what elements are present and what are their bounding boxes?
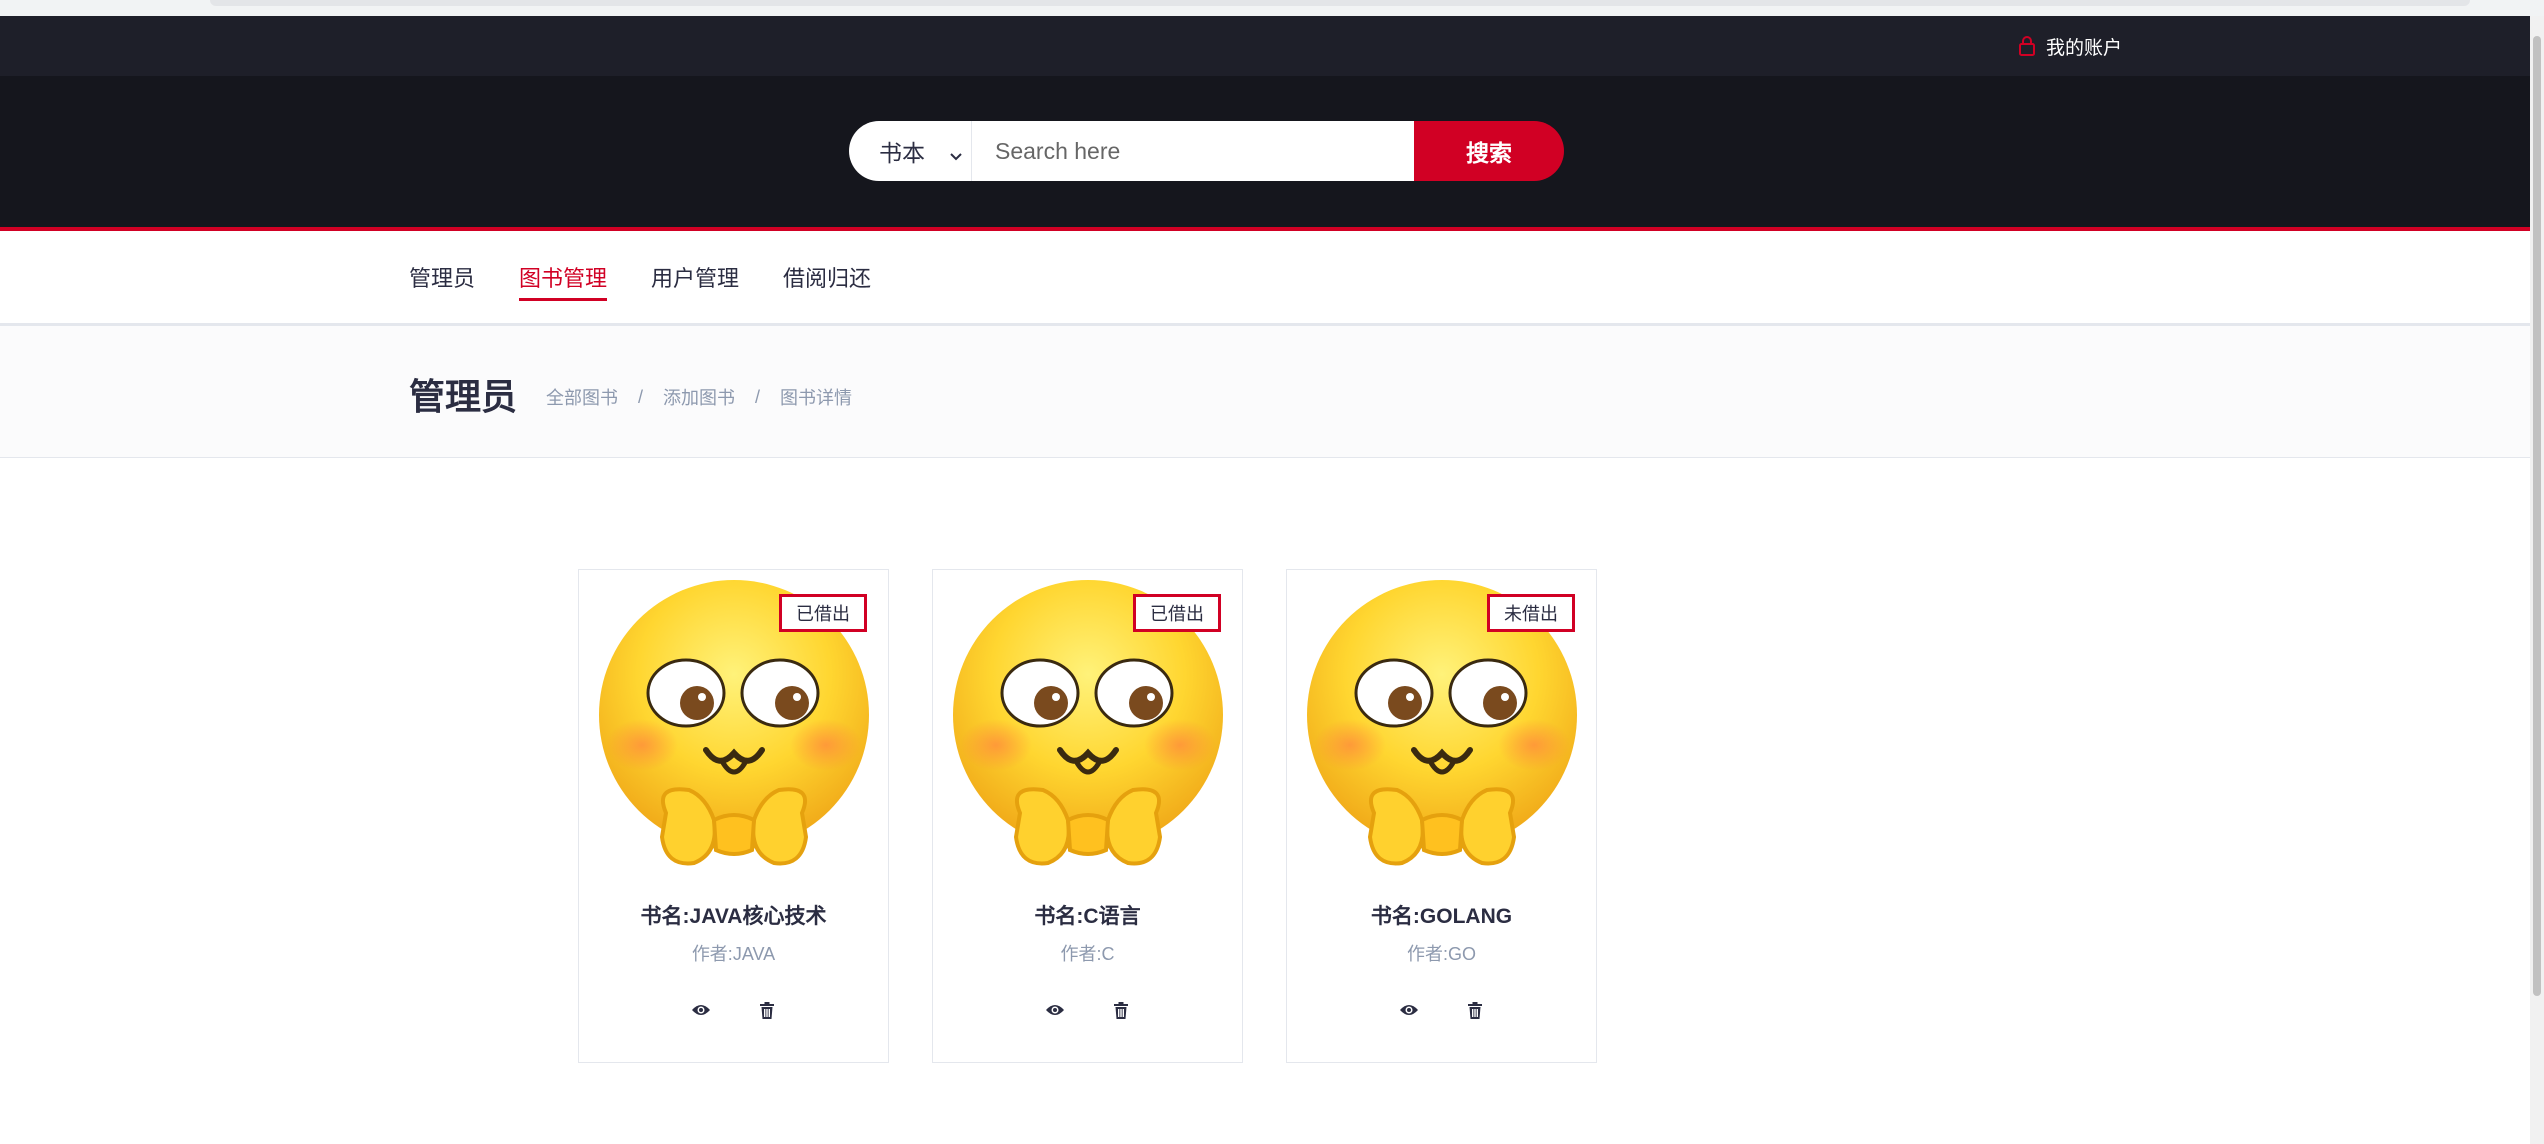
book-author: 作者:C <box>1060 944 1115 964</box>
nav-item-admin[interactable]: 管理员 <box>409 255 475 299</box>
status-badge: 未借出 <box>1487 594 1575 632</box>
search-header: 书本 Search here 搜索 <box>0 76 2530 231</box>
status-badge: 已借出 <box>1133 594 1221 632</box>
view-icon[interactable] <box>691 1000 711 1020</box>
chevron-down-icon <box>949 143 963 161</box>
view-icon[interactable] <box>1399 1000 1419 1020</box>
book-card[interactable]: 未借出 书名:GOLANG 作者:GO <box>1286 569 1597 1063</box>
book-author: 作者:GO <box>1406 944 1476 964</box>
breadcrumb: 全部图书 / 添加图书 / 图书详情 <box>546 384 852 410</box>
browser-tab-shade <box>210 0 2470 6</box>
book-card[interactable]: 已借出 书名:C语言 作者:C <box>932 569 1243 1063</box>
breadcrumb-item-all-books[interactable]: 全部图书 <box>546 384 618 410</box>
trash-icon[interactable] <box>1111 1000 1131 1020</box>
search-input[interactable]: Search here <box>972 121 1414 181</box>
book-cover[interactable]: 已借出 <box>933 570 1242 880</box>
main-nav: 管理员 图书管理 用户管理 借阅归还 <box>0 231 2530 326</box>
card-actions <box>579 1000 888 1020</box>
page-title: 管理员 <box>409 376 518 417</box>
nav-items: 管理员 图书管理 用户管理 借阅归还 <box>409 231 915 323</box>
book-author: 作者:JAVA <box>691 944 776 964</box>
lock-icon <box>2018 35 2036 57</box>
status-badge: 已借出 <box>779 594 867 632</box>
trash-icon[interactable] <box>1465 1000 1485 1020</box>
breadcrumb-bar: 管理员 全部图书 / 添加图书 / 图书详情 <box>0 326 2530 458</box>
view-icon[interactable] <box>1045 1000 1065 1020</box>
nav-item-user-management[interactable]: 用户管理 <box>651 255 739 299</box>
search-placeholder: Search here <box>995 137 1121 164</box>
book-name[interactable]: 书名:C语言 <box>933 900 1242 930</box>
book-card[interactable]: 已借出 书名:JAVA核心技术 作者:JAVA <box>578 569 889 1063</box>
trash-icon[interactable] <box>757 1000 777 1020</box>
breadcrumb-separator: / <box>755 386 761 407</box>
nav-item-book-management[interactable]: 图书管理 <box>519 255 608 301</box>
search-form: 书本 Search here 搜索 <box>849 121 1564 181</box>
search-button[interactable]: 搜索 <box>1414 121 1564 181</box>
book-name[interactable]: 书名:JAVA核心技术 <box>579 900 888 930</box>
search-category-value: 书本 <box>879 140 925 166</box>
top-header-bar <box>0 16 2530 76</box>
nav-item-borrow-return[interactable]: 借阅归还 <box>783 255 871 299</box>
browser-top-strip <box>0 0 2544 16</box>
book-cover[interactable]: 未借出 <box>1287 570 1596 880</box>
my-account-link[interactable]: 我的账户 <box>2018 16 2122 76</box>
card-actions <box>933 1000 1242 1020</box>
breadcrumb-item-add-book[interactable]: 添加图书 <box>663 384 735 410</box>
card-actions <box>1287 1000 1596 1020</box>
breadcrumb-item-book-detail[interactable]: 图书详情 <box>780 384 852 410</box>
search-category-select[interactable]: 书本 <box>849 121 972 181</box>
book-name[interactable]: 书名:GOLANG <box>1287 900 1596 930</box>
breadcrumb-separator: / <box>638 386 644 407</box>
page-scrollbar[interactable] <box>2530 16 2544 1144</box>
book-cover[interactable]: 已借出 <box>579 570 888 880</box>
my-account-label: 我的账户 <box>2046 37 2123 59</box>
scrollbar-thumb[interactable] <box>2533 36 2541 996</box>
